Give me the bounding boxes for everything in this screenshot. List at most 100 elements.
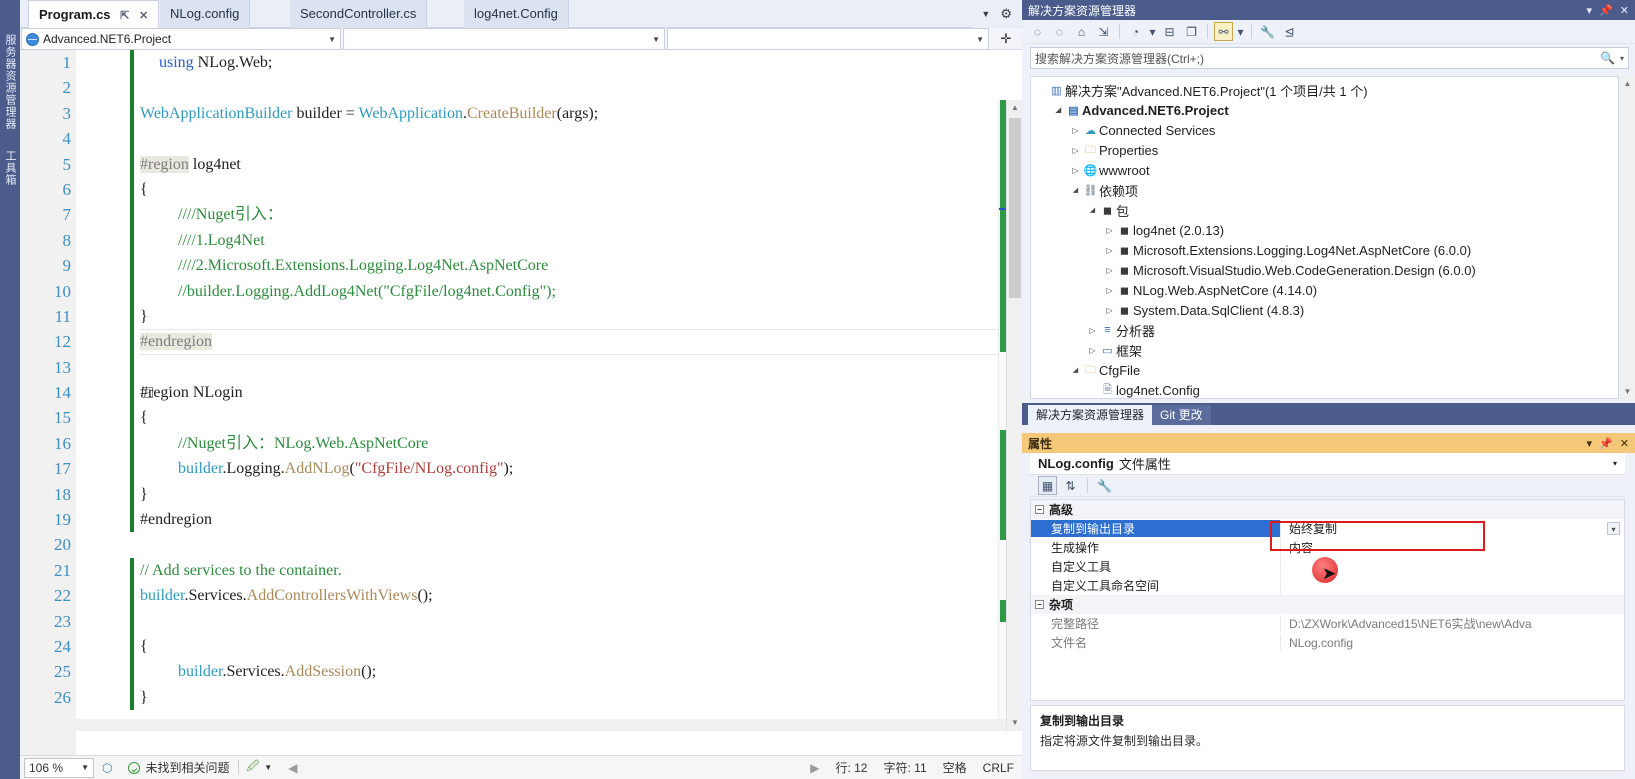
chevron-down-icon[interactable]: ▾ — [1587, 437, 1593, 450]
tree-item[interactable]: ▥ 解决方案"Advanced.NET6.Project"(1 个项目/共 1 个… — [1031, 80, 1618, 100]
code-line[interactable]: 12 #endregion — [20, 329, 1022, 355]
categorized-view-icon[interactable]: ▦ — [1038, 476, 1057, 495]
tree-item[interactable]: ▷ 🌐 wwwroot — [1031, 160, 1618, 180]
scrollbar-thumb[interactable] — [1009, 118, 1021, 298]
code-line[interactable]: 16 //Nuget引入：NLog.Web.AspNetCore — [20, 430, 1022, 457]
code-line[interactable]: 18} — [20, 481, 1022, 508]
expanded-chevron-icon[interactable]: ◢ — [1086, 206, 1099, 214]
collapsed-chevron-icon[interactable]: ▷ — [1086, 346, 1099, 355]
properties-object-selector[interactable]: NLog.config 文件属性 ▾ — [1030, 453, 1625, 475]
code-line[interactable]: 6{ — [20, 176, 1022, 203]
chevron-down-icon[interactable]: ▾ — [1236, 22, 1245, 41]
code-line[interactable]: 7 ////Nuget引入： — [20, 202, 1022, 228]
solution-explorer-search[interactable]: 搜索解决方案资源管理器(Ctrl+;) 🔍 ▾ — [1030, 47, 1629, 69]
code-line[interactable]: 21 // Add services to the container. — [20, 557, 1022, 584]
code-line[interactable]: 3 WebApplicationBuilder builder = WebAppl… — [20, 100, 1022, 127]
chevron-down-icon[interactable]: ▼ — [81, 763, 89, 772]
project-dropdown[interactable]: Advanced.NET6.Project ▼ — [21, 28, 341, 50]
expanded-chevron-icon[interactable]: ◢ — [1069, 186, 1082, 194]
tab-secondcontroller-cs[interactable]: SecondController.cs — [290, 0, 428, 28]
home-icon[interactable]: ⌂ — [1072, 22, 1091, 41]
line-ending-mode[interactable]: CRLF — [975, 761, 1022, 775]
issues-status[interactable]: 未找到相关问题 — [120, 759, 237, 776]
pin-icon[interactable]: ⇱ — [120, 10, 129, 22]
tree-item[interactable]: ◢ ▤ Advanced.NET6.Project — [1031, 100, 1618, 120]
collapsed-chevron-icon[interactable]: ▷ — [1086, 326, 1099, 335]
collapsed-chevron-icon[interactable]: ▷ — [1103, 286, 1116, 295]
pin-icon[interactable]: 📌 — [1599, 4, 1613, 17]
close-icon[interactable]: ✕ — [1620, 437, 1629, 450]
solution-tree[interactable]: ▥ 解决方案"Advanced.NET6.Project"(1 个项目/共 1 个… — [1030, 76, 1619, 399]
code-line[interactable]: 26} — [20, 684, 1022, 711]
solution-tree-scrollbar[interactable]: ▲ ▼ — [1620, 76, 1635, 399]
preview-selected-items-icon[interactable]: ⊴ — [1280, 22, 1299, 41]
chevron-down-icon[interactable]: ▾ — [1613, 459, 1617, 468]
pin-icon[interactable]: 📌 — [1599, 437, 1613, 450]
collapsed-chevron-icon[interactable]: ▷ — [1103, 246, 1116, 255]
editor-horizontal-scrollbar[interactable] — [20, 719, 1006, 731]
back-arrow-icon[interactable]: ◌ — [1028, 22, 1047, 41]
code-line[interactable]: 25 builder.Services.AddSession(); — [20, 659, 1022, 685]
code-line[interactable]: 2 — [20, 75, 1022, 101]
tab-nlog-config[interactable]: NLog.config — [160, 0, 251, 28]
tree-item[interactable]: ▷ ◼ System.Data.SqlClient (4.8.3) — [1031, 300, 1618, 320]
prev-change-button[interactable]: ◀ — [280, 761, 305, 775]
split-view-icon[interactable]: ✛ — [990, 28, 1022, 49]
show-all-files-icon[interactable]: ❐ — [1182, 22, 1201, 41]
code-line[interactable]: 1 using NLog.Web; — [20, 50, 1022, 76]
properties-view-icon[interactable]: ⚯ — [1214, 22, 1233, 41]
tab-solution-explorer[interactable]: 解决方案资源管理器 — [1028, 405, 1153, 425]
code-editor-surface[interactable]: 1 using NLog.Web; 2 3 WebApplicationBuilder … — [20, 50, 1022, 755]
tree-item[interactable]: ▷ ◼ Microsoft.VisualStudio.Web.CodeGenerat… — [1031, 260, 1618, 280]
zoom-level-selector[interactable]: 106 % ▼ — [24, 757, 94, 778]
chevron-down-icon[interactable]: ▼ — [981, 0, 990, 28]
pending-changes-filter-icon[interactable]: ◔ — [1126, 22, 1145, 41]
code-line[interactable]: 5−#region log4net — [20, 151, 1022, 177]
tree-item[interactable]: ◢ ⛓ 依赖项 — [1031, 180, 1618, 200]
vtab-toolbox[interactable]: 工具箱 — [2, 150, 18, 186]
tree-item[interactable]: 🗎 log4net.Config — [1031, 380, 1618, 398]
member-dropdown[interactable]: ▼ — [667, 28, 989, 50]
tree-item[interactable]: ▷ 🗀 Properties — [1031, 140, 1618, 160]
code-line[interactable]: 11} — [20, 303, 1022, 330]
property-row[interactable]: 复制到输出目录 始终复制 ▾ — [1031, 519, 1624, 538]
next-change-button[interactable]: ▶ — [802, 761, 827, 775]
close-icon[interactable]: ✕ — [1620, 4, 1629, 17]
tree-item[interactable]: ▷ ◼ Microsoft.Extensions.Logging.Log4Net.A… — [1031, 240, 1618, 260]
property-row[interactable]: 文件名 NLog.config — [1031, 633, 1624, 652]
code-line[interactable]: 4 — [20, 126, 1022, 152]
tree-item[interactable]: ▷ ◼ log4net (2.0.13) — [1031, 220, 1618, 240]
property-grid-scrollbar[interactable] — [1627, 499, 1635, 771]
tree-item[interactable]: ◢ 🗀 CfgFile — [1031, 360, 1618, 380]
code-line[interactable]: 8 ////1.Log4Net — [20, 227, 1022, 254]
tree-item[interactable]: ▷ ☁ Connected Services — [1031, 120, 1618, 140]
property-category[interactable]: − 杂项 — [1031, 595, 1624, 614]
chevron-down-icon[interactable]: ▾ — [1607, 522, 1620, 535]
collapsed-chevron-icon[interactable]: ▷ — [1103, 306, 1116, 315]
chevron-down-icon[interactable]: ▼ — [652, 35, 660, 44]
collapse-all-icon[interactable]: ⊟ — [1160, 22, 1179, 41]
chevron-down-icon[interactable]: ▼ — [328, 35, 336, 44]
property-value[interactable]: 始终复制 — [1281, 520, 1624, 537]
tab-program-cs[interactable]: Program.cs ⇱ ✕ — [28, 0, 160, 28]
code-line[interactable]: 9 ////2.Microsoft.Extensions.Logging.Log4… — [20, 253, 1022, 279]
tree-item[interactable]: ▷ ≡ 分析器 — [1031, 320, 1618, 340]
collapsed-chevron-icon[interactable]: ▷ — [1103, 266, 1116, 275]
expanded-chevron-icon[interactable]: ◢ — [1069, 366, 1082, 374]
gear-icon[interactable]: ⚙ — [1000, 0, 1012, 28]
code-line[interactable]: 10 //builder.Logging.AddLog4Net("CfgFile/… — [20, 278, 1022, 304]
scroll-up-icon[interactable]: ▲ — [1007, 100, 1022, 116]
alphabetical-view-icon[interactable]: ⇅ — [1061, 476, 1080, 495]
chevron-down-icon[interactable]: ▾ — [1587, 4, 1593, 17]
code-line[interactable]: 23 — [20, 608, 1022, 634]
editor-vertical-scrollbar[interactable]: ▲ ▼ — [1006, 100, 1022, 731]
issue-navigation-icon[interactable]: ⬡ — [94, 761, 120, 775]
scroll-down-icon[interactable]: ▼ — [1620, 384, 1635, 399]
property-row[interactable]: 完整路径 D:\ZXWork\Advanced15\NET6实战\new\Adva — [1031, 614, 1624, 633]
wrench-icon[interactable]: 🔧 — [1258, 22, 1277, 41]
forward-arrow-icon[interactable]: ◌ — [1050, 22, 1069, 41]
property-row[interactable]: 生成操作 内容 — [1031, 538, 1624, 557]
property-pages-icon[interactable]: 🔧 — [1095, 476, 1114, 495]
property-value[interactable]: D:\ZXWork\Advanced15\NET6实战\new\Adva — [1281, 615, 1624, 632]
tab-git-changes[interactable]: Git 更改 — [1152, 405, 1211, 425]
